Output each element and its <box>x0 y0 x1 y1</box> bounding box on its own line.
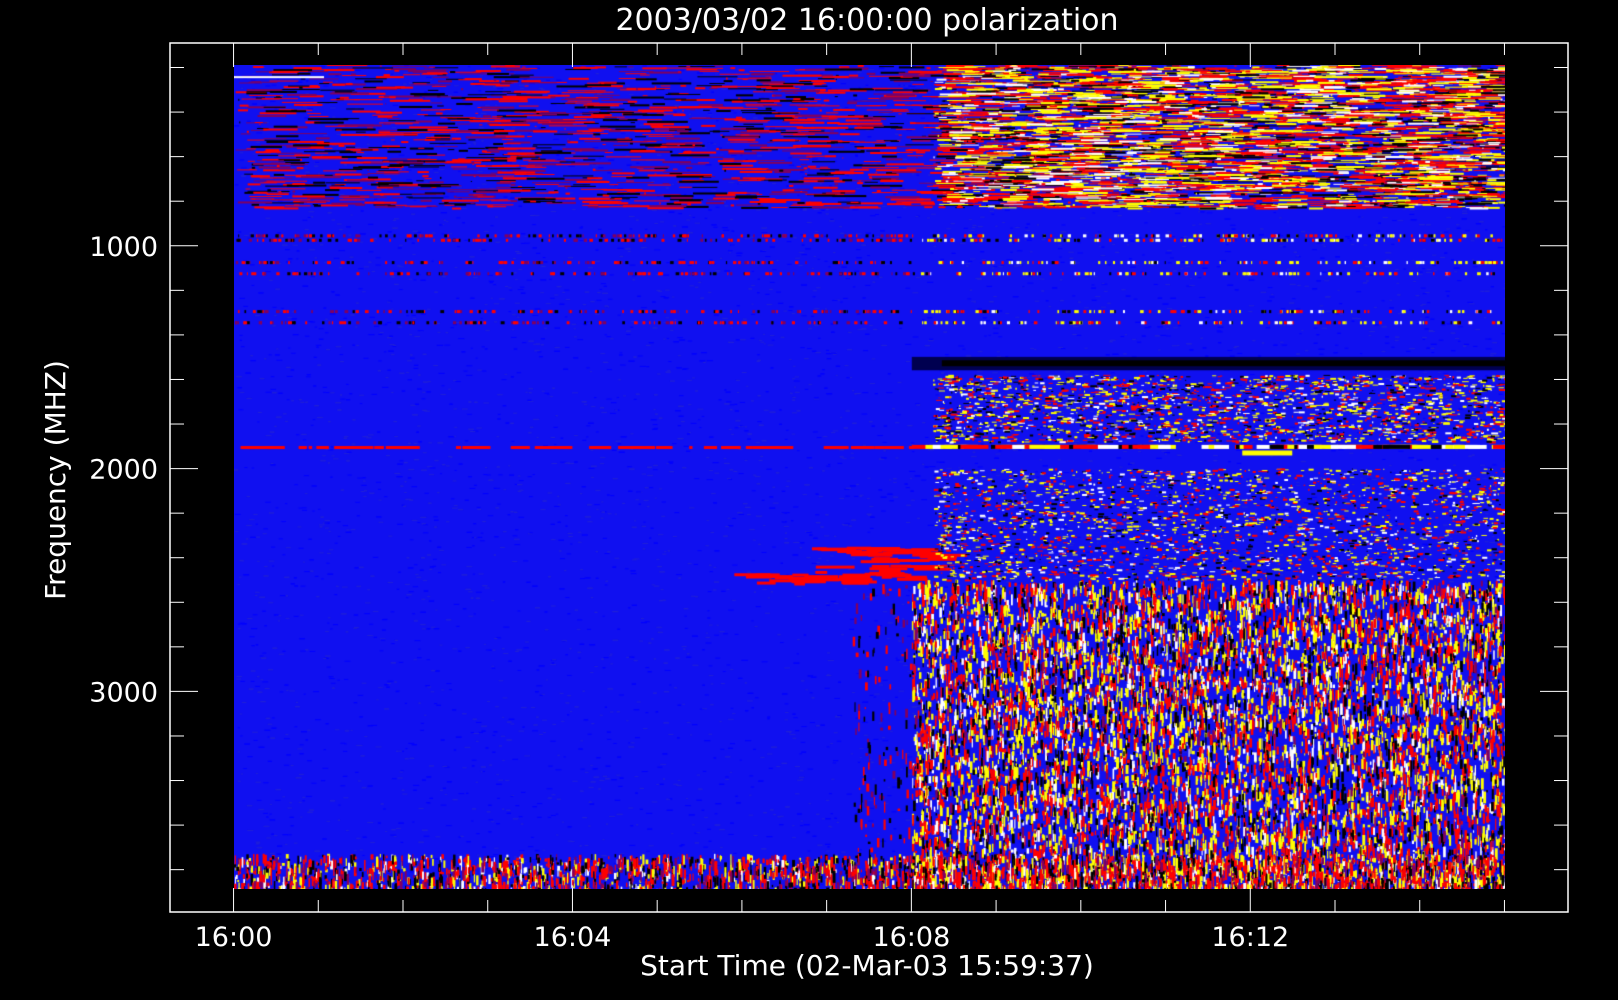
y-tick-label: 2000 <box>89 455 158 486</box>
y-axis-label: Frequency (MHZ) <box>39 360 72 600</box>
x-axis-label: Start Time (02-Mar-03 15:59:37) <box>640 949 1094 982</box>
chart-canvas: 16:00 16:04 16:08 16:12100020003000 2003/03… <box>0 0 1618 1000</box>
chart-title: 2003/03/02 16:00:00 polarization <box>615 3 1118 38</box>
x-tick-label: 16:00 <box>195 922 273 953</box>
y-tick-label: 1000 <box>89 232 158 263</box>
heatmap-layer <box>233 65 1505 890</box>
heatmap-image <box>233 65 1505 890</box>
x-tick-label: 16:04 <box>534 922 612 953</box>
y-tick-label: 3000 <box>89 677 158 708</box>
x-tick-label: 16:12 <box>1211 922 1289 953</box>
